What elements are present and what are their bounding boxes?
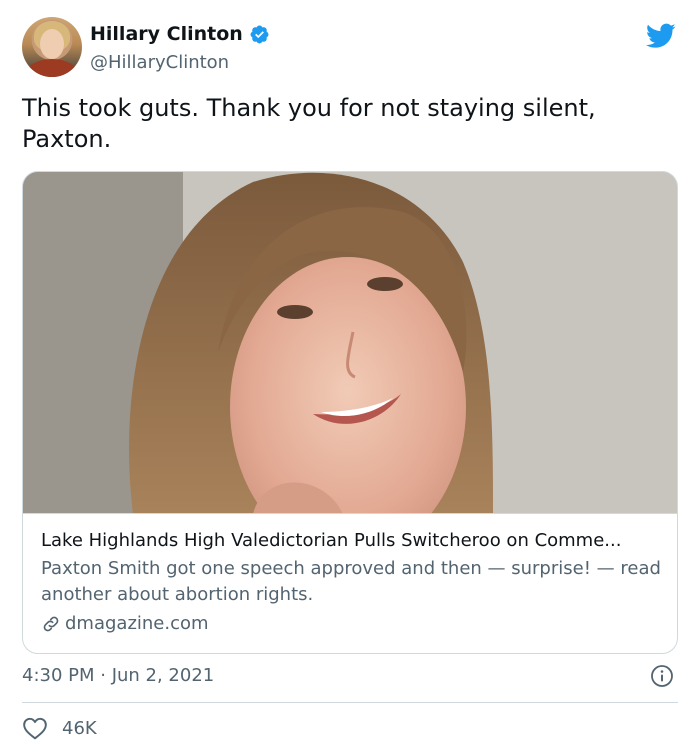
card-image[interactable] (23, 172, 677, 514)
tweet-text: This took guts. Thank you for not stayin… (22, 94, 596, 153)
twitter-bird-icon[interactable] (646, 23, 676, 49)
divider (22, 702, 678, 703)
author-name[interactable]: Hillary Clinton (90, 23, 243, 45)
tweet-timestamp[interactable]: 4:30 PM · Jun 2, 2021 (22, 665, 214, 686)
info-icon[interactable] (650, 664, 674, 688)
like-count: 46K (62, 717, 97, 739)
heart-icon[interactable] (22, 716, 48, 740)
link-icon (43, 616, 59, 632)
card-title[interactable]: Lake Highlands High Valedictorian Pulls … (41, 528, 661, 554)
author-name-row: Hillary Clinton (90, 23, 270, 45)
avatar[interactable] (22, 17, 82, 77)
portrait-photo (23, 172, 677, 513)
like-action[interactable]: 46K (22, 716, 97, 740)
card-domain-text: dmagazine.com (65, 613, 209, 634)
card-domain[interactable]: dmagazine.com (41, 611, 661, 637)
link-card[interactable]: Lake Highlands High Valedictorian Pulls … (22, 171, 678, 654)
tweet-header: Hillary Clinton @HillaryClinton (22, 17, 678, 79)
author-handle[interactable]: @HillaryClinton (90, 52, 229, 73)
card-description: Paxton Smith got one speech approved and… (41, 558, 661, 605)
verified-badge-icon (250, 25, 269, 43)
card-body: Lake Highlands High Valedictorian Pulls … (41, 528, 661, 637)
